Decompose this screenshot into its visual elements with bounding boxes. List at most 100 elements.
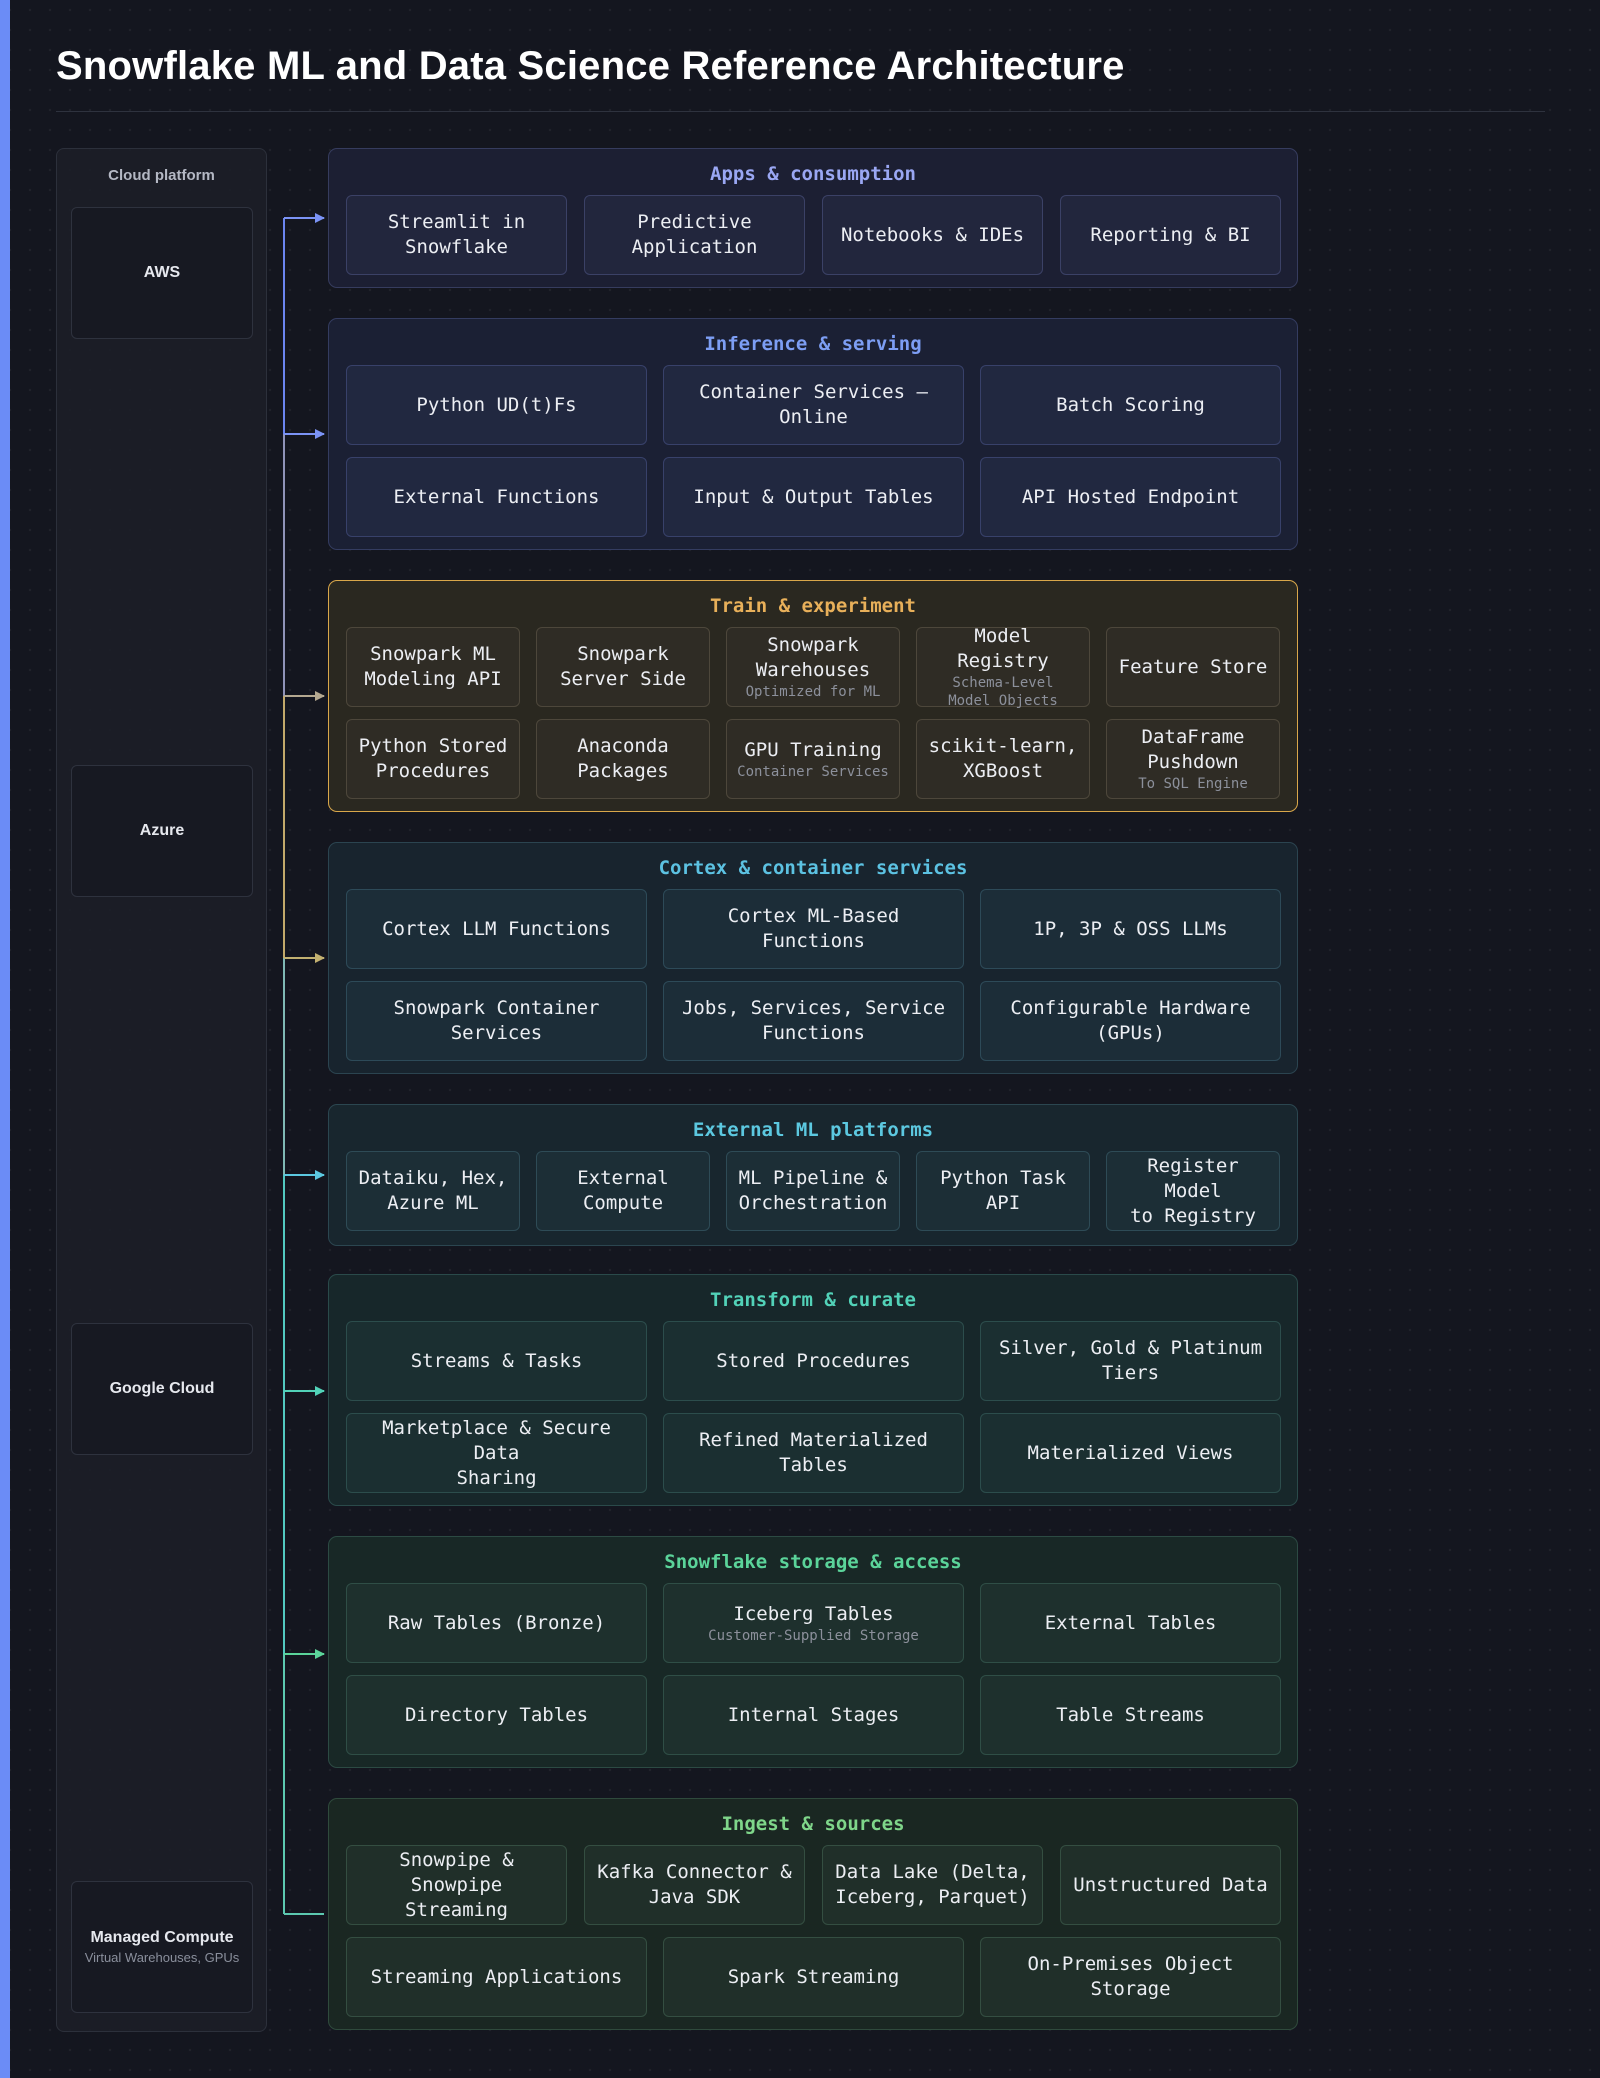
tile-python-stored-procedures[interactable]: Python Stored Procedures: [346, 719, 520, 799]
tile-label: External Functions: [393, 485, 600, 508]
tile-raw-tables[interactable]: Raw Tables (Bronze): [346, 1583, 647, 1663]
tile-dataframe-pushdown[interactable]: DataFrame Pushdown To SQL Engine: [1106, 719, 1280, 799]
tile-sublabel: Customer-Supplied Storage: [708, 1627, 919, 1644]
tile-reporting-bi[interactable]: Reporting & BI: [1060, 195, 1281, 275]
tile-stored-procedures[interactable]: Stored Procedures: [663, 1321, 964, 1401]
tile-streaming-applications[interactable]: Streaming Applications: [346, 1937, 647, 2017]
tile-external-tables[interactable]: External Tables: [980, 1583, 1281, 1663]
tile-label: Snowpark Container Services: [393, 997, 600, 1044]
tile-label: Python UD(t)Fs: [416, 393, 577, 416]
tile-label: Raw Tables (Bronze): [387, 1611, 606, 1634]
tile-sublabel: Container Services: [737, 763, 889, 780]
tile-sublabel: Optimized for ML: [745, 684, 881, 700]
tile-snowpark-container-services[interactable]: Snowpark Container Services: [346, 981, 647, 1061]
tile-kafka-connector[interactable]: Kafka Connector & Java SDK: [584, 1845, 805, 1925]
tile-label: Predictive Application: [631, 211, 758, 258]
tile-label: Refined Materialized Tables: [699, 1429, 928, 1476]
tile-label: 1P, 3P & OSS LLMs: [1033, 917, 1228, 940]
tile-anaconda-packages[interactable]: Anaconda Packages: [536, 719, 710, 799]
tile-label: Internal Stages: [727, 1703, 900, 1726]
tile-input-output-tables[interactable]: Input & Output Tables: [663, 457, 964, 537]
tile-label: Python Stored Procedures: [358, 735, 508, 782]
tile-llms[interactable]: 1P, 3P & OSS LLMs: [980, 889, 1281, 969]
tile-external-compute[interactable]: External Compute: [536, 1151, 710, 1231]
tile-ml-pipeline[interactable]: ML Pipeline & Orchestration: [726, 1151, 900, 1231]
tile-cortex-ml-based-functions[interactable]: Cortex ML-Based Functions: [663, 889, 964, 969]
tile-model-registry[interactable]: Model Registry Schema-Level Model Object…: [916, 625, 1090, 709]
tile-label: Marketplace & Secure Data Sharing: [382, 1416, 611, 1489]
tile-gpu-training[interactable]: GPU Training Container Services: [726, 719, 900, 799]
tile-label: API Hosted Endpoint: [1021, 485, 1240, 508]
tile-label: Iceberg Tables: [733, 1602, 894, 1625]
tile-external-functions[interactable]: External Functions: [346, 457, 647, 537]
tile-label: Materialized Views: [1027, 1441, 1234, 1464]
tile-label: scikit-learn, XGBoost: [928, 735, 1078, 782]
layer-apps-consumption: Apps & consumption Streamlit in Snowflak…: [328, 148, 1298, 288]
tile-label: Streaming Applications: [370, 1965, 623, 1988]
tile-label: GPU Training: [744, 738, 882, 761]
tile-label: Kafka Connector & Java SDK: [597, 1861, 792, 1908]
tile-snowpipe[interactable]: Snowpipe & Snowpipe Streaming: [346, 1845, 567, 1925]
tile-spark-streaming[interactable]: Spark Streaming: [663, 1937, 964, 2017]
tile-label: Notebooks & IDEs: [840, 223, 1025, 246]
tile-label: Batch Scoring: [1056, 393, 1205, 416]
tile-label: Snowpark Server Side: [560, 643, 686, 690]
tile-silver-gold-platinum[interactable]: Silver, Gold & Platinum Tiers: [980, 1321, 1281, 1401]
tile-label: Spark Streaming: [727, 1965, 900, 1988]
tile-label: Reporting & BI: [1090, 223, 1251, 246]
tile-label: External Tables: [1044, 1611, 1217, 1634]
tile-data-lake[interactable]: Data Lake (Delta, Iceberg, Parquet): [822, 1845, 1043, 1925]
tile-predictive-application[interactable]: Predictive Application: [584, 195, 805, 275]
tile-streams-tasks[interactable]: Streams & Tasks: [346, 1321, 647, 1401]
tile-label: Table Streams: [1056, 1703, 1205, 1726]
tile-notebooks-ides[interactable]: Notebooks & IDEs: [822, 195, 1043, 275]
layer-title: Snowflake storage & access: [664, 1551, 962, 1573]
tile-label: Stored Procedures: [716, 1349, 911, 1372]
tile-internal-stages[interactable]: Internal Stages: [663, 1675, 964, 1755]
tile-materialized-views[interactable]: Materialized Views: [980, 1413, 1281, 1493]
tile-label: Snowpark Warehouses: [755, 634, 871, 681]
tile-snowpark-server-side[interactable]: Snowpark Server Side: [536, 627, 710, 707]
tile-configurable-hardware[interactable]: Configurable Hardware (GPUs): [980, 981, 1281, 1061]
tile-streamlit[interactable]: Streamlit in Snowflake: [346, 195, 567, 275]
tile-directory-tables[interactable]: Directory Tables: [346, 1675, 647, 1755]
tile-snowpark-ml-modeling-api[interactable]: Snowpark ML Modeling API: [346, 627, 520, 707]
tile-python-udtfs[interactable]: Python UD(t)Fs: [346, 365, 647, 445]
tile-feature-store[interactable]: Feature Store: [1106, 627, 1280, 707]
tile-label: On-Premises Object Storage: [1027, 1953, 1234, 2000]
tile-sublabel: To SQL Engine: [1138, 776, 1248, 792]
tile-label: Container Services — Online: [699, 381, 928, 428]
layer-inference-serving: Inference & serving Python UD(t)Fs Conta…: [328, 318, 1298, 550]
tile-label: Model Registry: [957, 625, 1049, 672]
tile-batch-scoring[interactable]: Batch Scoring: [980, 365, 1281, 445]
tile-marketplace-sharing[interactable]: Marketplace & Secure Data Sharing: [346, 1413, 647, 1493]
tile-api-hosted-endpoint[interactable]: API Hosted Endpoint: [980, 457, 1281, 537]
tile-label: Streams & Tasks: [410, 1349, 583, 1372]
tile-on-premises-object-storage[interactable]: On-Premises Object Storage: [980, 1937, 1281, 2017]
layer-title: Apps & consumption: [710, 163, 916, 185]
tile-label: Snowpark ML Modeling API: [364, 643, 502, 690]
tile-label: Directory Tables: [404, 1703, 589, 1726]
tile-label: Cortex ML-Based Functions: [727, 905, 900, 952]
tile-label: Configurable Hardware (GPUs): [1010, 997, 1251, 1044]
tile-python-task-api[interactable]: Python Task API: [916, 1151, 1090, 1231]
layer-title: External ML platforms: [692, 1119, 934, 1141]
tile-label: Anaconda Packages: [577, 735, 669, 782]
layer-title: Cortex & container services: [658, 857, 968, 879]
tile-refined-materialized-tables[interactable]: Refined Materialized Tables: [663, 1413, 964, 1493]
tile-label: Register Model to Registry: [1130, 1154, 1256, 1227]
tile-label: Python Task API: [940, 1167, 1066, 1214]
tile-unstructured-data[interactable]: Unstructured Data: [1060, 1845, 1281, 1925]
tile-cortex-llm-functions[interactable]: Cortex LLM Functions: [346, 889, 647, 969]
tile-snowpark-warehouses[interactable]: Snowpark Warehouses Optimized for ML: [726, 627, 900, 707]
tile-register-model[interactable]: Register Model to Registry: [1106, 1151, 1280, 1231]
tile-table-streams[interactable]: Table Streams: [980, 1675, 1281, 1755]
tile-dataiku-hex-azure[interactable]: Dataiku, Hex, Azure ML: [346, 1151, 520, 1231]
tile-label: Unstructured Data: [1073, 1873, 1268, 1896]
tile-container-services-online[interactable]: Container Services — Online: [663, 365, 964, 445]
tile-iceberg-tables[interactable]: Iceberg Tables Customer-Supplied Storage: [663, 1583, 964, 1663]
tile-scikit-learn-xgboost[interactable]: scikit-learn, XGBoost: [916, 719, 1090, 799]
layer-title: Train & experiment: [710, 595, 916, 617]
tile-jobs-services[interactable]: Jobs, Services, Service Functions: [663, 981, 964, 1061]
tile-label: Snowpipe & Snowpipe Streaming: [399, 1848, 514, 1921]
